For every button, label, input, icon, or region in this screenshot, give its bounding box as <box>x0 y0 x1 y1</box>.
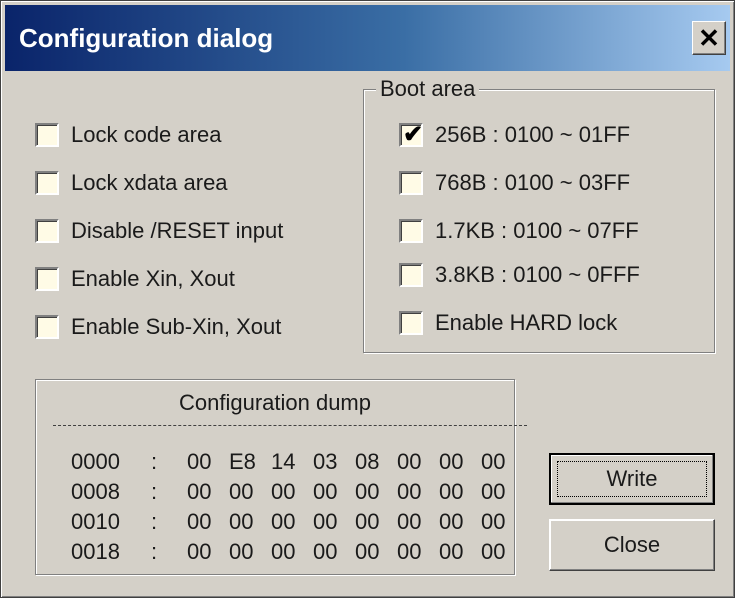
checkmark-icon: ✔ <box>403 121 424 148</box>
dump-row: 0010 : 00 00 00 00 00 00 00 00 <box>71 509 523 535</box>
dump-byte: 03 <box>313 449 338 474</box>
checkbox[interactable] <box>35 123 59 147</box>
dump-byte: 00 <box>439 509 464 534</box>
checkbox[interactable] <box>35 315 59 339</box>
checkbox[interactable] <box>35 267 59 291</box>
option-label: Lock xdata area <box>71 170 228 195</box>
close-icon: ✕ <box>698 22 720 53</box>
checkbox[interactable] <box>35 219 59 243</box>
boot-option-3-8kb[interactable]: 3.8KB : 0100 ~ 0FFF <box>399 261 640 289</box>
dump-byte: 00 <box>481 479 506 504</box>
write-button-label: Write <box>606 466 658 491</box>
dump-byte: 00 <box>229 509 254 534</box>
dump-byte: 00 <box>187 449 212 474</box>
dump-byte: 00 <box>355 479 380 504</box>
boot-option-label: 256B : 0100 ~ 01FF <box>435 122 631 147</box>
configuration-dialog: Configuration dialog ✕ Lock code area Lo… <box>0 0 735 598</box>
dump-byte: 00 <box>229 539 254 564</box>
dump-colon: : <box>151 539 158 564</box>
close-button[interactable]: Close <box>549 519 715 571</box>
dump-byte: 00 <box>397 449 422 474</box>
option-disable-reset-input[interactable]: Disable /RESET input <box>35 217 283 245</box>
option-label: Lock code area <box>71 122 222 147</box>
checkbox[interactable] <box>399 263 423 287</box>
dump-byte: 00 <box>355 539 380 564</box>
dump-byte: 08 <box>355 449 380 474</box>
dump-byte: 00 <box>439 479 464 504</box>
option-label: Disable /RESET input <box>71 218 284 243</box>
dump-byte: 00 <box>187 539 212 564</box>
write-button[interactable]: Write <box>549 453 715 505</box>
dump-byte: 00 <box>313 509 338 534</box>
dump-byte: 00 <box>397 479 422 504</box>
dump-colon: : <box>151 509 158 534</box>
dump-byte: 00 <box>271 479 296 504</box>
dump-byte: 00 <box>481 509 506 534</box>
dump-title: Configuration dump <box>178 390 371 415</box>
boot-option-1-7kb[interactable]: 1.7KB : 0100 ~ 07FF <box>399 217 639 245</box>
dump-address: 0010 <box>71 509 120 534</box>
dump-byte: 00 <box>397 539 422 564</box>
dump-byte: E8 <box>229 449 256 474</box>
close-button-label: Close <box>603 532 661 557</box>
dump-byte: 14 <box>271 449 296 474</box>
dump-address: 0000 <box>71 449 120 474</box>
dump-byte: 00 <box>481 539 506 564</box>
dump-byte: 00 <box>229 479 254 504</box>
dump-byte: 00 <box>481 449 506 474</box>
boot-option-label: 768B : 0100 ~ 03FF <box>435 170 631 195</box>
checkbox[interactable] <box>399 171 423 195</box>
boot-option-label: Enable HARD lock <box>435 310 618 335</box>
dump-address: 0008 <box>71 479 120 504</box>
dump-byte: 00 <box>439 539 464 564</box>
boot-option-enable-hard-lock[interactable]: Enable HARD lock <box>399 309 617 337</box>
dump-separator <box>53 425 527 426</box>
option-enable-sub-xin-xout[interactable]: Enable Sub-Xin, Xout <box>35 313 281 341</box>
dump-row: 0008 : 00 00 00 00 00 00 00 00 <box>71 479 523 505</box>
option-label: Enable Sub-Xin, Xout <box>71 314 282 339</box>
checkbox[interactable] <box>399 219 423 243</box>
close-window-button[interactable]: ✕ <box>692 21 726 55</box>
boot-option-label: 1.7KB : 0100 ~ 07FF <box>435 218 639 243</box>
option-enable-xin-xout[interactable]: Enable Xin, Xout <box>35 265 235 293</box>
boot-option-label: 3.8KB : 0100 ~ 0FFF <box>435 262 640 287</box>
dump-byte: 00 <box>397 509 422 534</box>
boot-area-legend: Boot area <box>376 76 480 102</box>
dump-row: 0018 : 00 00 00 00 00 00 00 00 <box>71 539 523 565</box>
boot-option-256b[interactable]: ✔ 256B : 0100 ~ 01FF <box>399 121 630 149</box>
dump-byte: 00 <box>271 509 296 534</box>
dump-byte: 00 <box>439 449 464 474</box>
title-bar: Configuration dialog ✕ <box>5 5 730 71</box>
dump-byte: 00 <box>313 539 338 564</box>
dump-colon: : <box>151 449 158 474</box>
checkbox-checked[interactable]: ✔ <box>399 121 424 148</box>
window-title: Configuration dialog <box>19 23 274 53</box>
dump-byte: 00 <box>313 479 338 504</box>
dump-byte: 00 <box>187 509 212 534</box>
dump-byte: 00 <box>271 539 296 564</box>
dump-byte: 00 <box>187 479 212 504</box>
checkbox[interactable] <box>35 171 59 195</box>
checkbox[interactable] <box>399 311 423 335</box>
dump-row: 0000 : 00 E8 14 03 08 00 00 00 <box>71 449 523 475</box>
option-lock-xdata-area[interactable]: Lock xdata area <box>35 169 228 197</box>
dump-address: 0018 <box>71 539 120 564</box>
option-label: Enable Xin, Xout <box>71 266 235 291</box>
dump-colon: : <box>151 479 158 504</box>
option-lock-code-area[interactable]: Lock code area <box>35 121 221 149</box>
boot-option-768b[interactable]: 768B : 0100 ~ 03FF <box>399 169 630 197</box>
dump-byte: 00 <box>355 509 380 534</box>
